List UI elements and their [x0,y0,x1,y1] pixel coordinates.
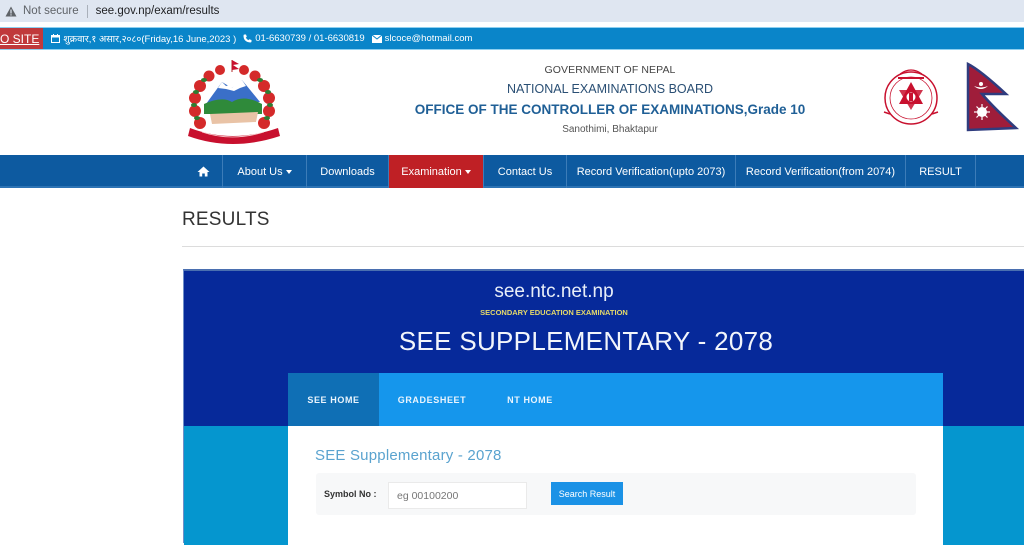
nepal-flag [966,61,1020,134]
symbol-search-form: Symbol No : Search Result [316,473,916,515]
nav-label: Examination [401,165,462,178]
see-result-panel: see.ntc.net.np SECONDARY EDUCATION EXAMI… [183,269,1024,545]
nav-label: Record Verification(from 2074) [745,165,896,178]
panel-subtitle: SECONDARY EDUCATION EXAMINATION [480,308,628,317]
url-field[interactable]: see.gov.np/exam/results [96,5,220,17]
nav-home[interactable] [185,155,223,188]
caret-down-icon [464,169,471,174]
nav-result[interactable]: RESULT [906,155,976,188]
nav-about-us[interactable]: About Us [223,155,307,188]
search-card: SEE Supplementary - 2078 Symbol No : Sea… [288,426,943,545]
main-nav: About Us Downloads Examination Contact U… [0,155,1024,188]
security-label[interactable]: Not secure [23,5,79,17]
nav-label: About Us [237,165,283,178]
old-site-link[interactable]: O SITE [0,28,44,49]
nav-label: Downloads [320,165,375,178]
symbol-number-input[interactable] [388,482,527,509]
top-info-strip: O SITE शुक्रवार,१ असार,२०८०(Friday,16 Ju… [0,27,1024,50]
phone-info: 01-6630739 / 01-6630819 [243,33,365,44]
nav-label: Record Verification(upto 2073) [576,165,726,178]
nepal-emblem-logo[interactable] [182,58,286,150]
browser-address-bar: Not secure see.gov.np/exam/results [0,0,1024,22]
tab-see-home[interactable]: SEE HOME [288,373,379,426]
board-title: NATIONAL EXAMINATIONS BOARD [506,82,714,96]
panel-tabs: SEE HOME GRADESHEET NT HOME [288,373,943,426]
email-text[interactable]: slcoce@hotmail.com [385,33,473,44]
panel-domain: see.ntc.net.np [494,281,614,302]
nav-record-verification-from-2074[interactable]: Record Verification(from 2074) [736,155,906,188]
government-title: GOVERNMENT OF NEPAL [544,64,676,76]
page-title: RESULTS [182,209,270,230]
date-text: शुक्रवार,१ असार,२०८०(Friday,16 June,2023… [63,34,237,45]
envelope-icon [371,34,382,43]
divider [86,4,88,18]
phone-text: 01-6630739 / 01-6630819 [255,33,365,44]
office-address: Sanothimi, Bhaktapur [562,124,658,135]
date-info: शुक्रवार,१ असार,२०८०(Friday,16 June,2023… [51,32,236,45]
nav-contact-us[interactable]: Contact Us [484,155,567,188]
site-header: GOVERNMENT OF NEPAL NATIONAL EXAMINATION… [0,50,1024,155]
calendar-icon [51,34,61,43]
nav-record-verification-upto-2073[interactable]: Record Verification(upto 2073) [567,155,736,188]
nav-label: Contact Us [497,165,553,178]
tab-nt-home[interactable]: NT HOME [485,373,575,426]
title-divider [182,246,1024,247]
phone-icon [243,34,252,43]
neb-seal-logo [878,62,944,130]
symbol-label: Symbol No : [324,489,377,499]
panel-title: SEE SUPPLEMENTARY - 2078 [398,326,774,356]
nav-downloads[interactable]: Downloads [307,155,389,188]
search-result-button[interactable]: Search Result [551,482,623,505]
caret-down-icon [285,169,292,174]
home-icon [197,166,210,177]
tab-gradesheet[interactable]: GRADESHEET [379,373,485,426]
nav-label: RESULT [919,165,962,178]
nav-examination[interactable]: Examination [389,155,484,188]
header-titles: GOVERNMENT OF NEPAL NATIONAL EXAMINATION… [410,64,810,135]
office-title: OFFICE OF THE CONTROLLER OF EXAMINATIONS… [414,102,806,117]
warning-icon[interactable] [5,5,17,17]
email-info: slcoce@hotmail.com [371,33,473,44]
card-title: SEE Supplementary - 2078 [315,447,502,464]
